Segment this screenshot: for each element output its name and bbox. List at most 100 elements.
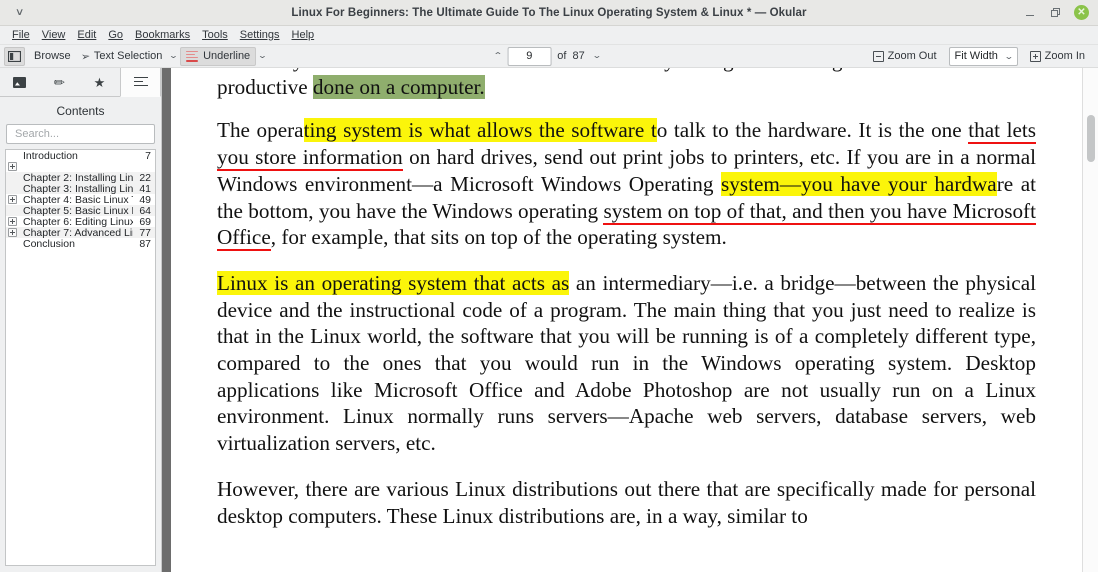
cut-off-line: between your hardware and the software t…: [217, 68, 1036, 74]
title-bar: ∨ Linux For Beginners: The Ultimate Guid…: [0, 0, 1098, 26]
menu-bookmarks[interactable]: Bookmarks: [129, 28, 196, 42]
sidebar-title: Contents: [56, 104, 105, 118]
page-navigation: ⌃ 9 of 87 ⌄: [493, 46, 607, 66]
menu-settings[interactable]: Settings: [234, 28, 286, 42]
browse-label: Browse: [34, 50, 71, 62]
paragraph-4: However, there are various Linux distrib…: [217, 476, 1036, 529]
window-title: Linux For Beginners: The Ultimate Guide …: [291, 6, 807, 19]
pdf-page[interactable]: between your hardware and the software t…: [171, 68, 1082, 572]
menu-file-label: File: [12, 29, 30, 41]
zoom-level-select[interactable]: Fit Width ⌄: [948, 46, 1018, 66]
expand-icon[interactable]: [8, 173, 17, 182]
paragraph-1: between your hardware and the software t…: [217, 68, 1036, 100]
toc-row[interactable]: Chapter 4: Basic Linux Task... 49: [6, 194, 155, 206]
menu-settings-label: Settings: [239, 29, 280, 41]
page-scrollbar[interactable]: [1082, 68, 1098, 572]
menu-bookmarks-label: Bookmarks: [135, 29, 191, 41]
expand-icon[interactable]: [8, 206, 17, 215]
yellow-highlight: ting system is what allows the software …: [303, 118, 657, 143]
expand-icon[interactable]: [8, 228, 17, 237]
p2-text-e: , for example, that sits on top of the o…: [270, 225, 727, 250]
text-selection-label: Text Selection: [93, 50, 163, 62]
menu-tools-label: Tools: [202, 29, 228, 41]
text-selection-tool-button[interactable]: ➢ Text Selection: [76, 47, 168, 66]
page-of-label: of: [557, 50, 567, 62]
main-body: ✎ ★ Contents Introduction 7: [0, 68, 1098, 572]
toc-row[interactable]: Introduction 7: [6, 149, 155, 162]
menu-view[interactable]: View: [36, 28, 72, 42]
page-number-value: 9: [526, 50, 533, 62]
zoom-in-icon: [1029, 50, 1041, 62]
minimize-button[interactable]: [1022, 5, 1037, 20]
menu-bar: File View Edit Go Bookmarks Tools Settin…: [0, 26, 1098, 45]
menu-help-label: Help: [291, 29, 315, 41]
table-of-contents[interactable]: Introduction 7 Chapter 2: Installing Lin…: [5, 149, 156, 566]
expand-icon[interactable]: [8, 195, 17, 204]
window-menu-button[interactable]: ∨: [0, 6, 40, 18]
pdf-page-text: between your hardware and the software t…: [171, 68, 1082, 548]
page-view-left-margin: [162, 68, 171, 572]
menu-tools[interactable]: Tools: [196, 28, 234, 42]
menu-help[interactable]: Help: [286, 28, 321, 42]
page-number-input[interactable]: 9: [507, 46, 552, 66]
sidebar-search-box[interactable]: [6, 124, 155, 144]
annotation-dropdown-caret-icon[interactable]: ⌄: [253, 52, 272, 60]
toc-row[interactable]: Conclusion 87: [6, 237, 155, 250]
menu-view-label: View: [41, 29, 66, 41]
expand-icon[interactable]: [8, 217, 17, 226]
toc-row[interactable]: [6, 161, 155, 172]
page-up-arrow-icon[interactable]: ⌃: [493, 52, 503, 60]
toc-row[interactable]: Chapter 2: Installing Linux ... 22: [6, 172, 155, 184]
toc-row[interactable]: Chapter 6: Editing Linux Fil... 69: [6, 216, 155, 228]
menu-edit[interactable]: Edit: [71, 28, 102, 42]
sidebar-tab-contents[interactable]: [120, 68, 161, 97]
text-selection-dropdown-caret-icon[interactable]: ⌄: [164, 52, 183, 60]
zoom-out-button[interactable]: Zoom Out: [868, 47, 942, 66]
sidebar-toggle-button[interactable]: [4, 46, 25, 66]
underline-annotation-button[interactable]: Underline: [180, 46, 257, 66]
p2-text-a: The opera: [217, 118, 304, 143]
window-controls: ✕: [1022, 5, 1098, 20]
sidebar-panel: ✎ ★ Contents Introduction 7: [0, 68, 162, 572]
toc-row[interactable]: Chapter 3: Installing Linux ... 41: [6, 183, 155, 195]
page-view[interactable]: between your hardware and the software t…: [162, 68, 1098, 572]
sidebar-tab-annotations[interactable]: ✎: [40, 68, 80, 96]
paragraph-1-text: productive: [217, 74, 313, 99]
toc-row[interactable]: Chapter 7: Advanced Linux ... 77: [6, 227, 155, 239]
zoom-out-label: Zoom Out: [887, 50, 937, 62]
main-toolbar: Browse ➢ Text Selection ⌄ Underline ⌄ ⌃ …: [0, 45, 1098, 68]
expand-icon[interactable]: [8, 151, 17, 160]
zoom-in-button[interactable]: Zoom In: [1025, 47, 1090, 66]
scrollbar-thumb[interactable]: [1087, 115, 1095, 162]
zoom-out-icon: [872, 50, 884, 62]
paragraph-3: Linux is an operating system that acts a…: [217, 270, 1036, 457]
pencil-icon: ✎: [50, 72, 69, 92]
chevron-down-icon: ∨: [15, 6, 25, 18]
browse-tool-button[interactable]: Browse: [29, 47, 76, 66]
zoom-in-label: Zoom In: [1044, 50, 1085, 62]
p3-text: an intermediary—i.e. a bridge—between th…: [217, 270, 1036, 456]
expand-icon[interactable]: [8, 162, 17, 171]
menu-go[interactable]: Go: [102, 28, 129, 42]
menu-go-label: Go: [108, 29, 124, 41]
zoom-controls: Zoom Out Fit Width ⌄ Zoom In: [868, 46, 1094, 66]
close-button[interactable]: ✕: [1074, 5, 1089, 20]
okular-window: ∨ Linux For Beginners: The Ultimate Guid…: [0, 0, 1098, 572]
toc-row[interactable]: Chapter 5: Basic Linux Navi... 64: [6, 205, 155, 217]
sidebar-tabs: ✎ ★: [0, 68, 161, 97]
menu-edit-label: Edit: [77, 29, 97, 41]
expand-icon[interactable]: [8, 239, 17, 248]
toc-label: Introduction: [23, 149, 78, 162]
menu-file[interactable]: File: [6, 28, 36, 42]
expand-icon[interactable]: [8, 184, 17, 193]
zoom-level-value: Fit Width: [954, 50, 998, 62]
close-icon: ✕: [1077, 7, 1086, 18]
search-input[interactable]: [13, 127, 148, 141]
yellow-highlight: Linux is an operating system that acts a…: [217, 270, 570, 295]
page-dropdown-caret-icon[interactable]: ⌄: [588, 52, 607, 60]
page-total-label: 87: [572, 50, 585, 62]
sidebar-tab-thumbnails[interactable]: [0, 68, 40, 96]
maximize-button[interactable]: [1048, 5, 1063, 20]
toc-page: 87: [139, 237, 151, 250]
sidebar-tab-bookmarks[interactable]: ★: [80, 68, 120, 96]
